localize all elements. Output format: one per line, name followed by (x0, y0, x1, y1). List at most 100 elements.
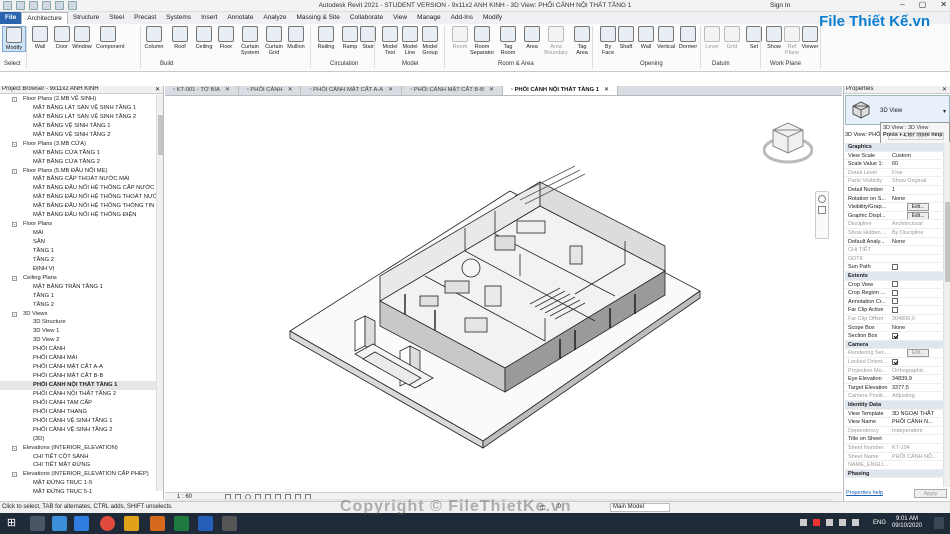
browser-category[interactable]: - Elevations (INTERIOR_ELEVATION) (0, 444, 156, 453)
property-group[interactable]: Camera (845, 340, 944, 350)
browser-view-item[interactable]: PHỐI CẢNH VỆ SINH TẦNG 2 (0, 426, 156, 435)
property-group[interactable]: Identity Data (845, 401, 944, 410)
sign-in-link[interactable]: Sign In (770, 2, 790, 9)
browser-category[interactable]: - Ceiling Plans (0, 274, 156, 283)
tab-structure[interactable]: Structure (68, 12, 104, 24)
edit-button[interactable]: Edit... (906, 203, 930, 211)
browser-view-item[interactable]: TẦNG 2 (0, 256, 156, 265)
close-tab-icon[interactable]: ✕ (489, 87, 494, 93)
browser-view-item[interactable]: SÂN (0, 238, 156, 247)
property-value[interactable]: None (892, 195, 944, 203)
browser-view-item[interactable]: PHỐI CẢNH THANG (0, 408, 156, 417)
property-checkbox[interactable] (892, 289, 898, 296)
dormer-button[interactable]: Dormer (676, 26, 700, 50)
close-tab-icon[interactable]: ✕ (388, 87, 393, 93)
grid-button[interactable]: Grid (720, 26, 744, 50)
mullion-button[interactable]: Mullion (284, 26, 308, 50)
model-group-button[interactable]: Model Group (418, 26, 442, 56)
browser-view-item[interactable]: MẶT ĐỨNG TRỤC 1-5 (0, 479, 156, 488)
powerpoint-icon[interactable] (150, 516, 165, 531)
tab-systems[interactable]: Systems (161, 12, 196, 24)
browser-view-item[interactable]: MÁI (0, 229, 156, 238)
property-value[interactable]: 3377,5 (892, 384, 944, 392)
chrome-icon[interactable] (100, 516, 115, 531)
property-group[interactable]: Extents (845, 272, 944, 281)
property-value[interactable]: Orthographic (892, 367, 944, 375)
curtain-system-button[interactable]: Curtain System (238, 26, 262, 56)
view-tab[interactable]: ▫ PHỐI CẢNH MẶT CẮT A-A ✕ (301, 86, 403, 95)
browser-category[interactable]: - Floor Plans (3.MB CỬA) (0, 140, 156, 149)
property-value[interactable]: PHỐI CẢNH N... (892, 418, 944, 426)
property-checkbox[interactable] (892, 281, 898, 288)
maximize-icon[interactable]: ▢ (919, 0, 927, 9)
browser-view-item[interactable]: MẶT BẰNG VỆ SINH TẦNG 2 (0, 131, 156, 140)
browser-view-item[interactable]: {3D} (0, 435, 156, 444)
view-cube[interactable] (762, 118, 814, 168)
active-model-select[interactable]: Main Model (610, 503, 670, 512)
browser-view-item[interactable]: TẦNG 1 (0, 292, 156, 301)
room-button[interactable]: Room (448, 26, 472, 50)
property-value[interactable]: KT-104 (892, 444, 944, 452)
close-icon[interactable]: ✕ (942, 86, 947, 93)
view-tab[interactable]: ▫ PHỐI CẢNH ✕ (239, 86, 302, 95)
browser-view-item[interactable]: PHỐI CẢNH MÁI (0, 354, 156, 363)
property-checkbox[interactable] (892, 306, 898, 313)
drawing-canvas[interactable] (165, 96, 842, 492)
view-tab[interactable]: ▫ PHỐI CẢNH MẶT CẮT B-B ✕ (402, 86, 503, 95)
window-button[interactable]: Window (70, 26, 94, 50)
property-value[interactable]: None (892, 324, 944, 332)
browser-view-item[interactable]: MẶT BẰNG ĐẤU NỐI HỆ THỐNG CẤP NƯỚC (0, 184, 156, 193)
tree-toggle-icon[interactable]: - (12, 222, 17, 228)
browser-view-item[interactable]: PHỐI CẢNH MẶT CẮT A-A (0, 363, 156, 372)
property-value[interactable]: Fine (892, 169, 944, 177)
tab-view[interactable]: View (388, 12, 412, 24)
close-icon[interactable]: ✕ (940, 0, 947, 9)
property-checkbox[interactable] (892, 263, 898, 270)
property-checkbox[interactable] (892, 298, 898, 305)
browser-view-item[interactable]: PHỐI CẢNH TAM CẤP (0, 399, 156, 408)
properties-help-link[interactable]: Properties help (846, 490, 883, 496)
tree-toggle-icon[interactable]: - (12, 275, 17, 281)
close-tab-icon[interactable]: ✕ (288, 87, 293, 93)
property-group[interactable]: Phasing (845, 469, 944, 479)
browser-category[interactable]: - Elevations (INTERIOR_ELEVATION CẤP PHÉP… (0, 470, 156, 479)
browser-view-item[interactable]: MẶT ĐỨNG TRỤC 5-1 (0, 488, 156, 497)
property-checkbox[interactable] (892, 358, 898, 365)
browser-view-item[interactable]: MẶT BẰNG VỆ SINH TẦNG 1 (0, 122, 156, 131)
minimize-icon[interactable]: – (900, 0, 904, 9)
floor-button[interactable]: Floor (214, 26, 238, 50)
system-clock[interactable]: 9:01 AM 09/10/2020 (892, 516, 922, 530)
tree-toggle-icon[interactable]: - (12, 168, 17, 174)
property-value[interactable]: 304800,0 (892, 315, 944, 323)
tab-architecture[interactable]: Architecture (21, 12, 68, 24)
property-value[interactable]: Show Original (892, 177, 944, 185)
browser-view-item[interactable]: MẶT BẰNG CỬA TẦNG 1 (0, 149, 156, 158)
browser-view-item[interactable]: PHỐI CẢNH MẶT CẮT B-B (0, 372, 156, 381)
type-selector[interactable]: 3D View ▾ (845, 95, 950, 125)
wifi-icon[interactable] (839, 519, 846, 526)
tree-toggle-icon[interactable]: - (12, 97, 17, 103)
excel-icon[interactable] (174, 516, 189, 531)
browser-category[interactable]: -3D Views (0, 310, 156, 319)
notification-icon[interactable] (934, 517, 944, 529)
tab-analyze[interactable]: Analyze (258, 12, 291, 24)
component-button[interactable]: Component (96, 26, 124, 50)
edge-icon[interactable] (74, 516, 89, 531)
browser-view-item[interactable]: 3D View 1 (0, 327, 156, 336)
edit-button[interactable]: Edit... (906, 211, 930, 220)
property-value[interactable]: 1 (892, 186, 944, 194)
browser-view-item[interactable]: CHI TIẾT MẶT ĐỨNG (0, 461, 156, 470)
steering-wheel-icon[interactable] (818, 195, 826, 203)
area-boundary-button[interactable]: Area Boundary (544, 26, 568, 56)
browser-view-item[interactable]: PHỐI CẢNH NỘI THẤT TẦNG 1 (0, 381, 156, 390)
instance-selector[interactable]: 3D View: PHỐI (845, 132, 885, 138)
room-separator-button[interactable]: Room Separator (470, 26, 494, 56)
wall-button[interactable]: Wall (28, 26, 52, 50)
cursor-button[interactable]: Modify (2, 26, 26, 52)
property-value[interactable]: Custom (892, 152, 944, 160)
tab-manage[interactable]: Manage (412, 12, 446, 24)
browser-category[interactable]: - Floor Plans (5.MB ĐẤU NỐI ME) (0, 167, 156, 176)
tray-icon[interactable] (813, 519, 820, 526)
curtain-grid-button[interactable]: Curtain Grid (262, 26, 286, 56)
browser-view-item[interactable]: TẦNG 1 (0, 247, 156, 256)
